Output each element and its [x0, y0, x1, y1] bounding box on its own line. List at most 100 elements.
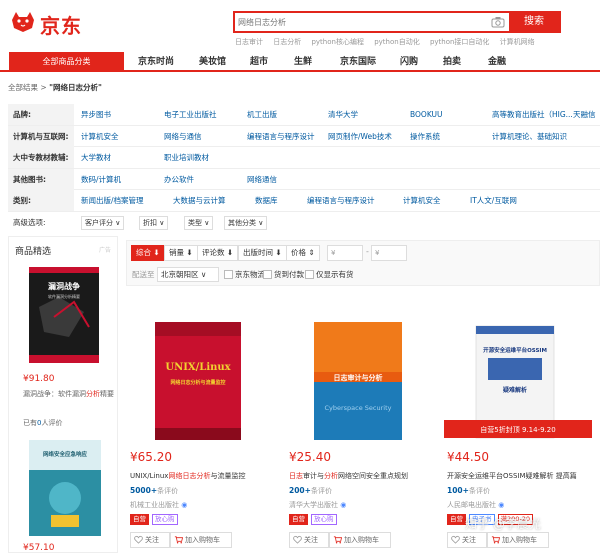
jd-dog-icon: [12, 12, 34, 32]
follow-button[interactable]: 关注: [447, 532, 487, 548]
nav-item[interactable]: 京东时尚: [138, 52, 174, 72]
tag-assured: 放心购: [152, 514, 178, 525]
filter-value[interactable]: BOOKUU: [410, 104, 443, 125]
checkbox-label[interactable]: 货到付款: [274, 268, 304, 282]
advanced-dropdown[interactable]: 折扣 ∨: [139, 215, 169, 230]
filter-value[interactable]: 计算机理论、基础知识: [492, 126, 567, 147]
advanced-dropdown[interactable]: 客户评分 ∨: [81, 215, 125, 230]
follow-button[interactable]: 关注: [130, 532, 170, 548]
filter-value[interactable]: 数据库: [255, 190, 278, 211]
hotword[interactable]: python自动化: [374, 38, 420, 46]
comment-number[interactable]: 5000+: [130, 486, 157, 495]
book-cover-image[interactable]: 开源安全运维平台OSSIM 疑难解析 自营5折封顶 9.14-9.20: [444, 300, 592, 446]
tag-self-operated: 自营: [289, 514, 308, 525]
checkbox[interactable]: [305, 270, 314, 279]
product-name[interactable]: 日志审计与分析网络空间安全重点规划: [289, 471, 435, 481]
hotword[interactable]: 日志审计: [235, 38, 263, 46]
nav-item[interactable]: 京东国际: [340, 52, 376, 72]
comment-number[interactable]: 100+: [447, 486, 469, 495]
follow-button[interactable]: 关注: [289, 532, 329, 548]
filter-value[interactable]: 天融信: [573, 104, 596, 125]
shop-name[interactable]: 人民邮电出版社 ◉: [447, 500, 504, 510]
filter-value[interactable]: 机工出版: [247, 104, 277, 125]
product-name[interactable]: 漏洞战争：软件漏洞分析精要: [23, 389, 117, 400]
jd-logo[interactable]: 京东: [8, 6, 92, 38]
checkbox-label[interactable]: 仅显示有货: [316, 268, 354, 282]
hotword[interactable]: python接口自动化: [430, 38, 490, 46]
shop-name[interactable]: 机械工业出版社 ◉: [130, 500, 187, 510]
filter-value[interactable]: 计算机安全: [403, 190, 441, 211]
comment-suffix: 人评价: [41, 419, 63, 427]
sort-price[interactable]: 价格 ⇕: [286, 245, 320, 261]
chat-icon[interactable]: ◉: [340, 501, 346, 509]
filter-value[interactable]: 编程语言与程序设计: [307, 190, 375, 211]
filter-value[interactable]: 数码/计算机: [81, 169, 121, 190]
filter-label: 其他图书:: [8, 168, 74, 190]
filter-value[interactable]: 操作系统: [410, 126, 440, 147]
filter-value[interactable]: 职业培训教材: [164, 147, 209, 168]
sort-publish-time[interactable]: 出版时间 ⬇: [238, 245, 287, 261]
sort-comments[interactable]: 评论数 ⬇: [197, 245, 239, 261]
breadcrumb-separator: >: [40, 83, 47, 92]
shop-label: 清华大学出版社: [289, 501, 338, 509]
checkbox[interactable]: [224, 270, 233, 279]
book-cover-image[interactable]: 网络安全应急响应: [29, 440, 101, 536]
filter-value[interactable]: 计算机安全: [81, 126, 119, 147]
filter-value[interactable]: IT人文/互联网: [470, 190, 517, 211]
tag-self-operated: 自营: [130, 514, 149, 525]
nav-item[interactable]: 美妆馆: [199, 52, 226, 72]
checkbox[interactable]: [263, 270, 272, 279]
checkbox-label[interactable]: 京东物流: [235, 268, 265, 282]
filter-value[interactable]: 高等教育出版社（HIG...: [492, 104, 573, 125]
add-to-cart-button[interactable]: 加入购物车: [329, 532, 391, 548]
filter-value[interactable]: 网络与通信: [164, 126, 202, 147]
filter-value[interactable]: 办公软件: [164, 169, 194, 190]
shop-name[interactable]: 清华大学出版社 ◉: [289, 500, 346, 510]
filter-row-textbooks: 大中专教材教辅: 大学教材 职业培训教材: [8, 147, 600, 169]
filter-value[interactable]: 清华大学: [328, 104, 358, 125]
search-input[interactable]: [235, 13, 487, 31]
filter-value[interactable]: 大数据与云计算: [173, 190, 226, 211]
book-cover-image[interactable]: 日志审计与分析 Cyberspace Security: [286, 300, 434, 446]
follow-label: 关注: [462, 536, 476, 544]
advanced-dropdown[interactable]: 类型 ∨: [184, 215, 214, 230]
sort-sales[interactable]: 销量 ⬇: [164, 245, 198, 261]
hotword[interactable]: 日志分析: [273, 38, 301, 46]
filter-value[interactable]: 异步图书: [81, 104, 111, 125]
nav-item[interactable]: 生鲜: [294, 52, 312, 72]
filter-value[interactable]: 网络通信: [247, 169, 277, 190]
filter-value[interactable]: 大学教材: [81, 147, 111, 168]
nav-item[interactable]: 超市: [250, 52, 268, 72]
filter-value[interactable]: 编程语言与程序设计: [247, 126, 315, 147]
hotword[interactable]: 计算机网络: [500, 38, 535, 46]
add-to-cart-button[interactable]: 加入购物车: [170, 532, 232, 548]
add-to-cart-button[interactable]: 加入购物车: [487, 532, 549, 548]
price-min-input[interactable]: ¥: [327, 245, 363, 261]
price-max-input[interactable]: ¥: [371, 245, 407, 261]
comment-count: 200+条评价: [289, 486, 332, 496]
location-select[interactable]: 北京朝阳区 ∨: [157, 267, 219, 282]
chat-icon[interactable]: ◉: [498, 501, 504, 509]
nav-item[interactable]: 拍卖: [443, 52, 461, 72]
breadcrumb-root[interactable]: 全部结果: [8, 83, 38, 92]
nav-item[interactable]: 闪购: [400, 52, 418, 72]
comment-number[interactable]: 200+: [289, 486, 311, 495]
chat-icon[interactable]: ◉: [181, 501, 187, 509]
filter-value[interactable]: 网页制作/Web技术: [328, 126, 392, 147]
book-cover-image[interactable]: UNIX/Linux 网络日志分析与流量监控: [127, 300, 275, 446]
product-name[interactable]: 开源安全运维平台OSSIM疑难解析 提高篇: [447, 471, 593, 481]
book-cover-image[interactable]: 漏洞战争 软件漏洞分析精要: [29, 267, 99, 363]
filter-value[interactable]: 电子工业出版社: [164, 104, 217, 125]
filter-value[interactable]: 新闻出版/档案管理: [81, 190, 144, 211]
ship-to-label: 配送至: [132, 270, 155, 279]
search-button[interactable]: 搜索: [509, 13, 559, 31]
all-categories-button[interactable]: 全部商品分类: [9, 52, 124, 72]
nav-item[interactable]: 金融: [488, 52, 506, 72]
hotword[interactable]: python核心编程: [311, 38, 364, 46]
name-part: UNIX/Linux: [130, 472, 169, 480]
sort-default[interactable]: 综合 ⬇: [131, 245, 165, 261]
product-name[interactable]: UNIX/Linux网络日志分析与流量监控: [130, 471, 276, 481]
camera-icon[interactable]: [491, 16, 505, 28]
watermark: 知乎 @李晨光: [465, 517, 541, 531]
advanced-dropdown[interactable]: 其他分类 ∨: [224, 215, 268, 230]
